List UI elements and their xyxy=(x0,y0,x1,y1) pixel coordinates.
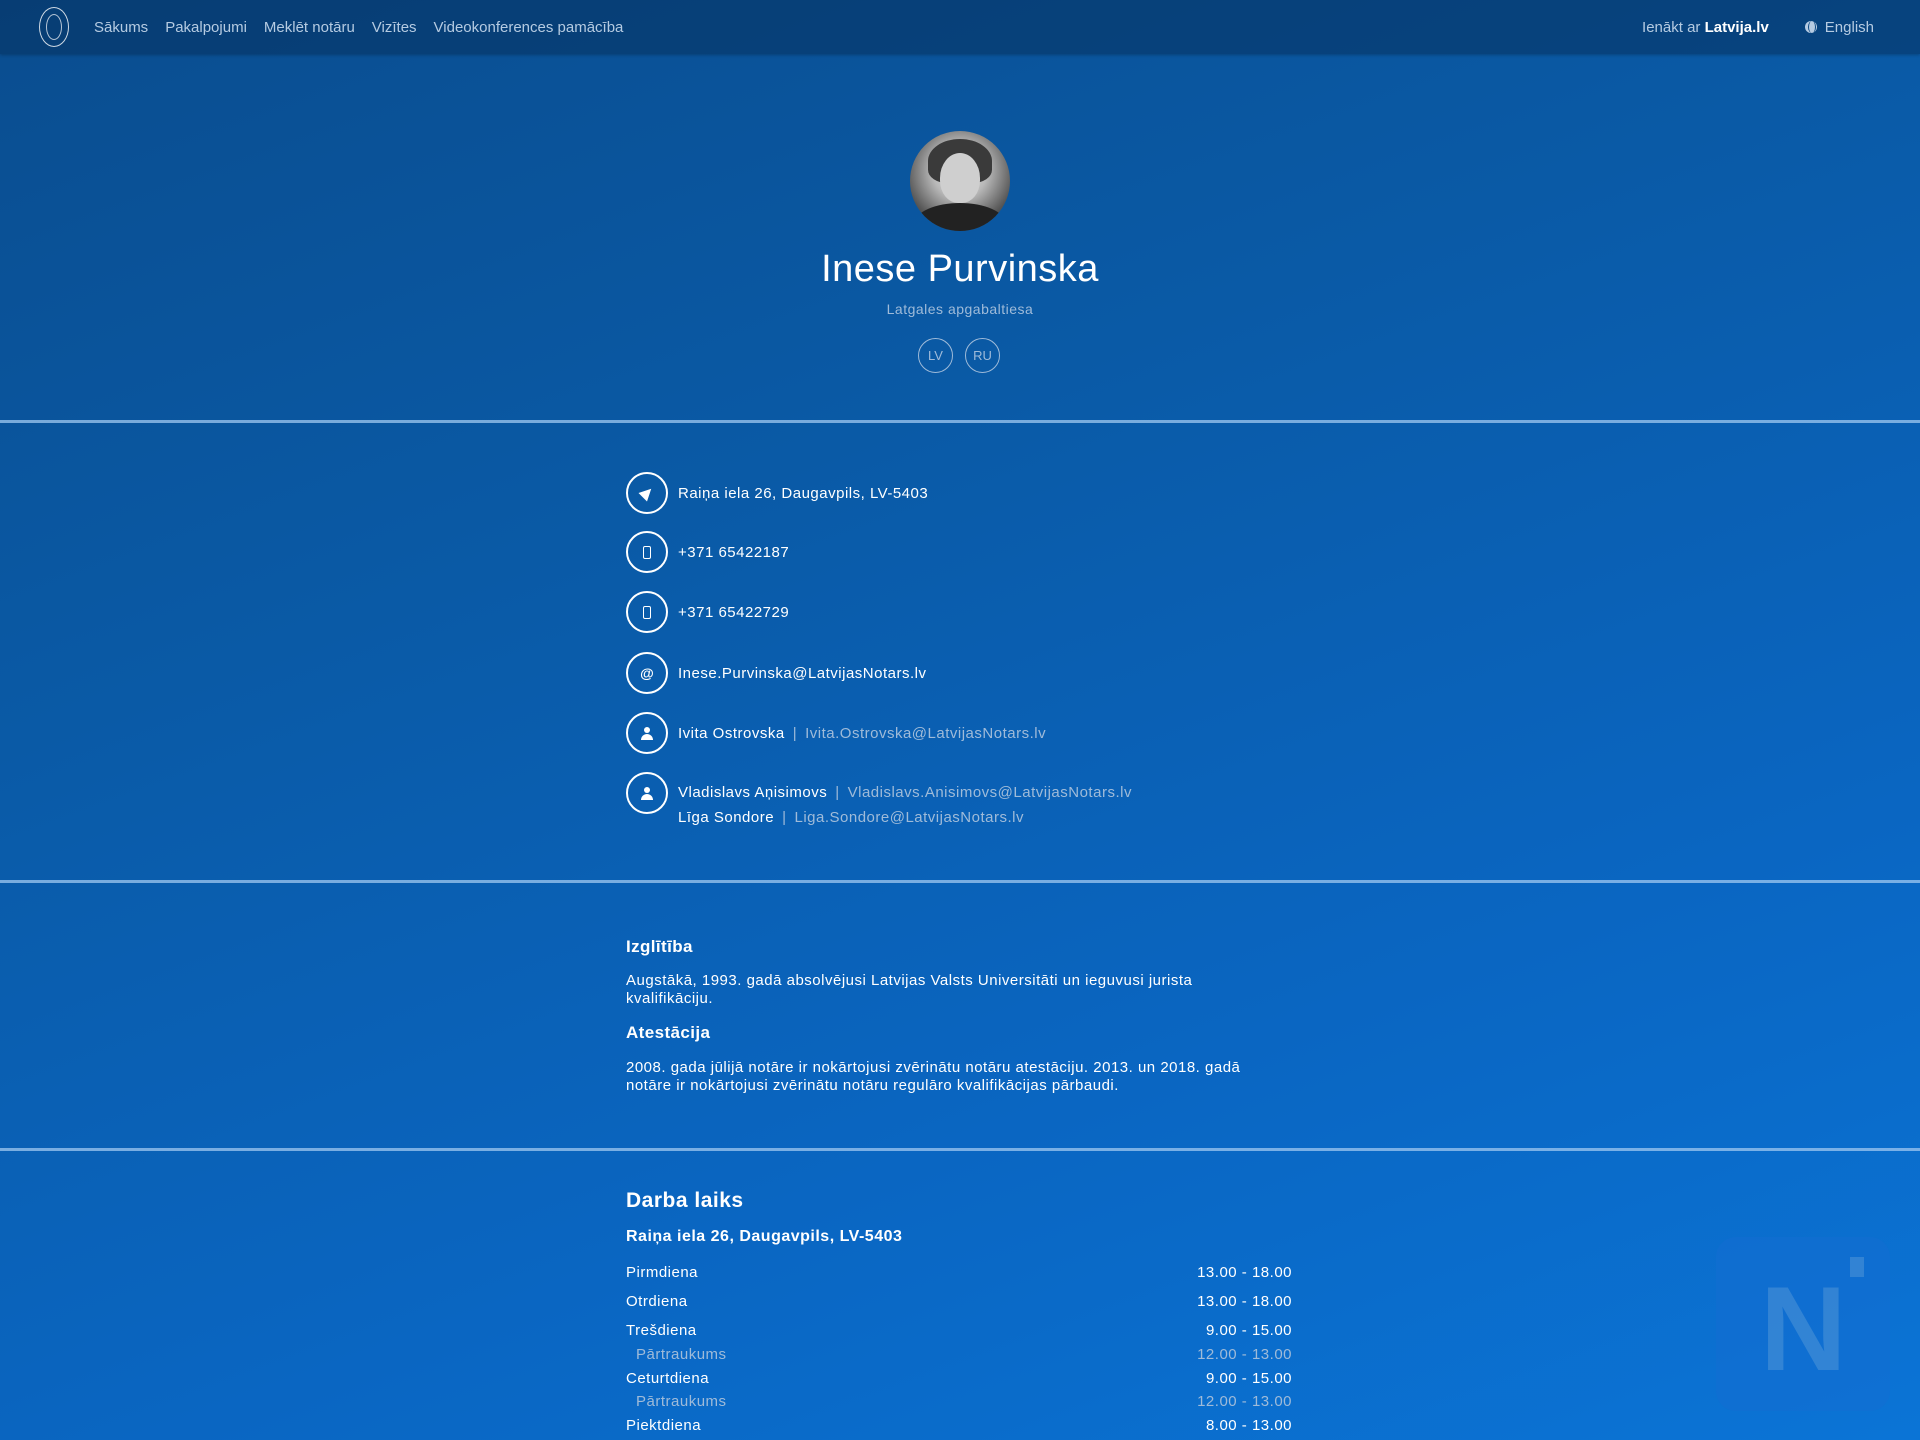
person-icon xyxy=(626,772,668,814)
login-prefix: Ienākt ar xyxy=(1642,18,1701,36)
hours-time: 12.00 - 13.00 xyxy=(1197,1393,1292,1410)
assistant-email[interactable]: Ivita.Ostrovska@LatvijasNotars.lv xyxy=(805,725,1046,742)
language-badge-ru: RU xyxy=(965,338,1000,373)
brand-watermark-icon: N xyxy=(1716,1237,1890,1411)
hours-row: Piektdiena 8.00 - 13.00 xyxy=(626,1417,1292,1434)
top-navbar: Sākums Pakalpojumi Meklēt notāru Vizītes… xyxy=(0,0,1920,54)
hours-day: Pārtraukums xyxy=(636,1346,727,1363)
contact-phone-2: +371 65422729 xyxy=(626,591,789,633)
watermark-letter: N xyxy=(1760,1262,1847,1396)
phone-text-1[interactable]: +371 65422187 xyxy=(678,544,789,561)
hours-time: 12.00 - 13.00 xyxy=(1197,1346,1292,1363)
nav-right: Ienākt ar Latvija.lv English xyxy=(1642,0,1874,54)
phone-icon xyxy=(626,591,668,633)
address-text[interactable]: Raiņa iela 26, Daugavpils, LV-5403 xyxy=(678,485,928,502)
hours-time: 8.00 - 13.00 xyxy=(1205,1417,1292,1434)
hours-address: Raiņa iela 26, Daugavpils, LV-5403 xyxy=(626,1228,903,1245)
contact-phone-1: +371 65422187 xyxy=(626,531,789,573)
contact-email: @ Inese.Purvinska@LatvijasNotars.lv xyxy=(626,652,927,694)
phone-icon xyxy=(626,531,668,573)
divider xyxy=(0,420,1920,423)
assistant-name: Ivita Ostrovska xyxy=(678,724,785,742)
notary-logo-icon[interactable] xyxy=(39,7,69,47)
hours-time: 13.00 - 18.00 xyxy=(1197,1264,1292,1281)
contact-address: Raiņa iela 26, Daugavpils, LV-5403 xyxy=(626,472,928,514)
hours-break-row: Pārtraukums 12.00 - 13.00 xyxy=(626,1393,1292,1410)
login-link[interactable]: Ienākt ar Latvija.lv xyxy=(1642,19,1769,36)
notary-name: Inese Purvinska xyxy=(821,248,1099,290)
hours-day: Pārtraukums xyxy=(636,1393,727,1410)
hours-break-row: Pārtraukums 12.00 - 13.00 xyxy=(626,1346,1292,1363)
phone-text-2[interactable]: +371 65422729 xyxy=(678,604,789,621)
hours-day: Trešdiena xyxy=(626,1322,697,1339)
hours-time: 9.00 - 15.00 xyxy=(1205,1322,1292,1339)
at-sign-icon: @ xyxy=(626,652,668,694)
nav-item-services[interactable]: Pakalpojumi xyxy=(165,19,247,36)
nav-item-search-notary[interactable]: Meklēt notāru xyxy=(264,19,355,36)
language-switch[interactable]: English xyxy=(1804,18,1874,36)
hours-row: Pirmdiena 13.00 - 18.00 xyxy=(626,1264,1292,1281)
assistant-email[interactable]: Vladislavs.Anisimovs@LatvijasNotars.lv xyxy=(848,784,1132,801)
contact-assistants-2: Vladislavs Aņisimovs | Vladislavs.Anisimov… xyxy=(626,772,1132,826)
nav-item-visits[interactable]: Vizītes xyxy=(372,19,417,36)
assistant-email[interactable]: Liga.Sondore@LatvijasNotars.lv xyxy=(794,809,1024,826)
hours-row: Ceturtdiena 9.00 - 15.00 xyxy=(626,1370,1292,1387)
assistant-name: Vladislavs Aņisimovs xyxy=(678,784,828,801)
language-badge-lv: LV xyxy=(918,338,953,373)
hours-time: 13.00 - 18.00 xyxy=(1197,1293,1292,1310)
hours-day: Piektdiena xyxy=(626,1417,702,1434)
login-brand: Latvija.lv xyxy=(1704,18,1769,36)
language-label: English xyxy=(1824,18,1874,36)
attestation-text: 2008. gada jūlijā notāre ir nokārtojusi … xyxy=(626,1059,1241,1094)
location-arrow-icon xyxy=(626,472,668,514)
hours-day: Otrdiena xyxy=(626,1293,688,1310)
assistant-name: Līga Sondore xyxy=(678,809,775,826)
hours-title: Darba laiks xyxy=(626,1189,744,1212)
nav-item-home[interactable]: Sākums xyxy=(94,19,148,36)
hours-row: Trešdiena 9.00 - 15.00 xyxy=(626,1322,1292,1339)
email-link[interactable]: Inese.Purvinska@LatvijasNotars.lv xyxy=(678,665,927,682)
divider xyxy=(0,880,1920,883)
hours-row: Otrdiena 13.00 - 18.00 xyxy=(626,1293,1292,1310)
person-icon xyxy=(626,712,668,754)
hours-time: 9.00 - 15.00 xyxy=(1205,1370,1292,1387)
avatar xyxy=(910,131,1010,231)
hours-day: Pirmdiena xyxy=(626,1264,699,1281)
language-badges: LV RU xyxy=(918,338,1012,373)
globe-icon xyxy=(1804,21,1817,33)
contact-assistant-1: Ivita Ostrovska | Ivita.Ostrovska@Latvijas… xyxy=(626,712,1046,754)
attestation-heading: Atestācija xyxy=(626,1023,711,1042)
divider xyxy=(0,1148,1920,1151)
education-text: Augstākā, 1993. gadā absolvējusi Latvija… xyxy=(626,972,1193,1007)
nav-item-video-guide[interactable]: Videokonferences pamācība xyxy=(434,19,624,36)
court-name: Latgales apgabaltiesa xyxy=(886,301,1034,317)
education-heading: Izglītība xyxy=(626,937,693,956)
hours-day: Ceturtdiena xyxy=(626,1370,710,1387)
